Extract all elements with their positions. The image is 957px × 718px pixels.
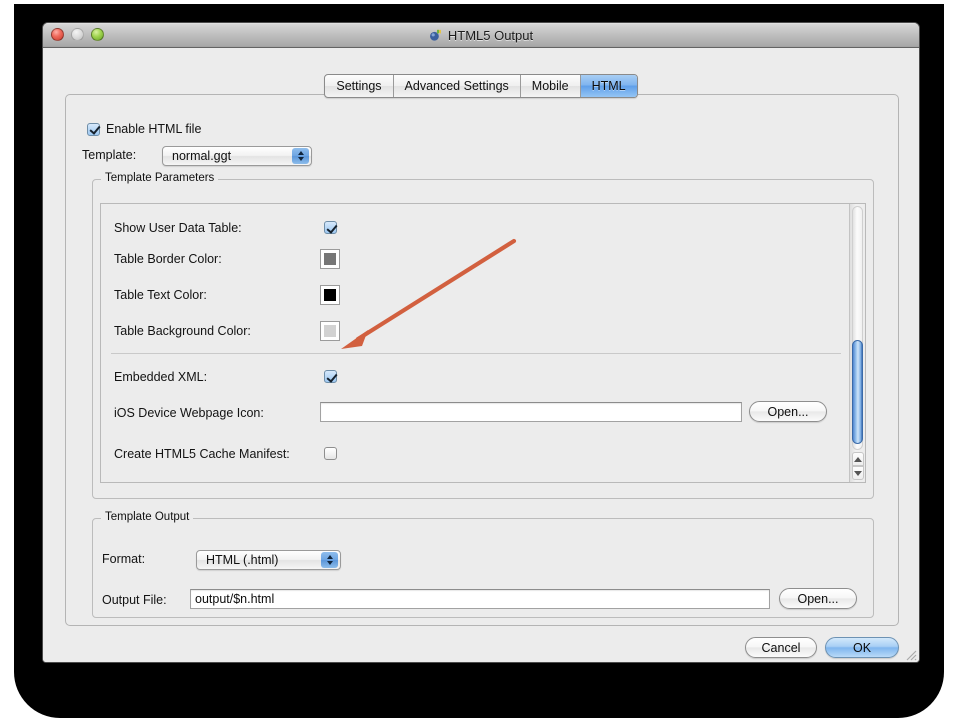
window-body: Settings Advanced Settings Mobile HTML E… xyxy=(43,48,919,662)
ios-device-webpage-icon-field[interactable] xyxy=(320,402,742,422)
tab-advanced-settings[interactable]: Advanced Settings xyxy=(394,75,521,97)
chevron-updown-icon-format xyxy=(321,552,338,568)
parameters-scrollbar[interactable] xyxy=(849,204,865,482)
template-parameters-group-label: Template Parameters xyxy=(101,172,219,184)
param-row-show-user-data-table[interactable]: Show User Data Table: xyxy=(114,221,242,235)
template-label: Template: xyxy=(82,148,137,162)
tab-mobile[interactable]: Mobile xyxy=(521,75,581,97)
param-row-table-border-color[interactable]: Table Border Color: xyxy=(114,252,222,266)
format-label: Format: xyxy=(102,552,146,566)
triangle-up-icon xyxy=(854,456,862,462)
param-label-embedded-xml: Embedded XML: xyxy=(114,370,208,384)
param-row-create-cache-manifest[interactable]: Create HTML5 Cache Manifest: xyxy=(114,447,290,461)
template-value: normal.ggt xyxy=(172,149,232,163)
window-controls xyxy=(51,28,104,41)
triangle-down-icon xyxy=(854,470,862,476)
param-label-show-user-data-table: Show User Data Table: xyxy=(114,221,242,235)
format-value: HTML (.html) xyxy=(206,553,279,567)
screenshot-root: HTML5 Output Settings Advanced Settings … xyxy=(0,0,957,718)
create-html5-cache-manifest-checkbox[interactable] xyxy=(324,447,337,460)
param-row-embedded-xml[interactable]: Embedded XML: xyxy=(114,370,207,384)
ios-device-webpage-icon-open-button[interactable]: Open... xyxy=(749,401,827,422)
close-button[interactable] xyxy=(51,28,64,41)
window-titlebar: HTML5 Output xyxy=(43,23,919,48)
show-user-data-table-checkbox[interactable] xyxy=(324,221,337,234)
param-label-create-cache-manifest: Create HTML5 Cache Manifest: xyxy=(114,447,290,461)
tab-html[interactable]: HTML xyxy=(580,75,637,97)
resize-grip-icon[interactable] xyxy=(903,647,917,661)
scrollbar-thumb[interactable] xyxy=(852,340,863,444)
format-row: Format: xyxy=(102,552,145,566)
enable-html-file-checkbox[interactable] xyxy=(87,122,100,136)
window-title: HTML5 Output xyxy=(447,27,534,43)
tab-content-panel: Enable HTML file Template: normal.ggt Te… xyxy=(65,94,899,626)
minimize-button[interactable] xyxy=(71,28,84,41)
output-file-field[interactable]: output/$n.html xyxy=(190,589,770,609)
cancel-button[interactable]: Cancel xyxy=(745,637,817,658)
param-label-ios-device-webpage-icon: iOS Device Webpage Icon: xyxy=(114,406,264,420)
template-row: Template: xyxy=(82,148,136,162)
enable-html-file-row[interactable]: Enable HTML file xyxy=(87,122,201,136)
tab-bar: Settings Advanced Settings Mobile HTML xyxy=(43,74,919,98)
output-file-label: Output File: xyxy=(102,593,167,607)
format-popup-button[interactable]: HTML (.html) xyxy=(196,550,341,570)
html5-output-window: HTML5 Output Settings Advanced Settings … xyxy=(42,22,920,663)
table-border-color-swatch[interactable] xyxy=(320,249,340,269)
template-output-group-label: Template Output xyxy=(101,511,194,523)
app-icon xyxy=(429,29,441,41)
output-file-open-button[interactable]: Open... xyxy=(779,588,857,609)
output-file-row: Output File: xyxy=(102,593,167,607)
param-label-table-text-color: Table Text Color: xyxy=(114,288,207,302)
param-row-table-text-color[interactable]: Table Text Color: xyxy=(114,288,207,302)
embedded-xml-checkbox[interactable] xyxy=(324,370,337,383)
template-parameters-list: Show User Data Table: Table Border Color… xyxy=(100,203,866,483)
template-popup-button[interactable]: normal.ggt xyxy=(162,146,312,166)
window-title-group: HTML5 Output xyxy=(429,28,533,43)
enable-html-file-label: Enable HTML file xyxy=(106,122,202,136)
scroll-down-button[interactable] xyxy=(852,466,864,480)
chevron-updown-icon xyxy=(292,148,309,164)
param-label-table-background-color: Table Background Color: xyxy=(114,324,251,338)
param-row-ios-device-webpage-icon[interactable]: iOS Device Webpage Icon: xyxy=(114,406,264,420)
tab-group: Settings Advanced Settings Mobile HTML xyxy=(324,74,638,98)
param-label-table-border-color: Table Border Color: xyxy=(114,252,222,266)
zoom-button[interactable] xyxy=(91,28,104,41)
parameters-divider xyxy=(111,353,841,354)
scroll-up-button[interactable] xyxy=(852,452,864,466)
table-text-color-swatch[interactable] xyxy=(320,285,340,305)
param-row-table-background-color[interactable]: Table Background Color: xyxy=(114,324,251,338)
table-background-color-swatch[interactable] xyxy=(320,321,340,341)
tab-settings[interactable]: Settings xyxy=(325,75,394,97)
ok-button[interactable]: OK xyxy=(825,637,899,658)
